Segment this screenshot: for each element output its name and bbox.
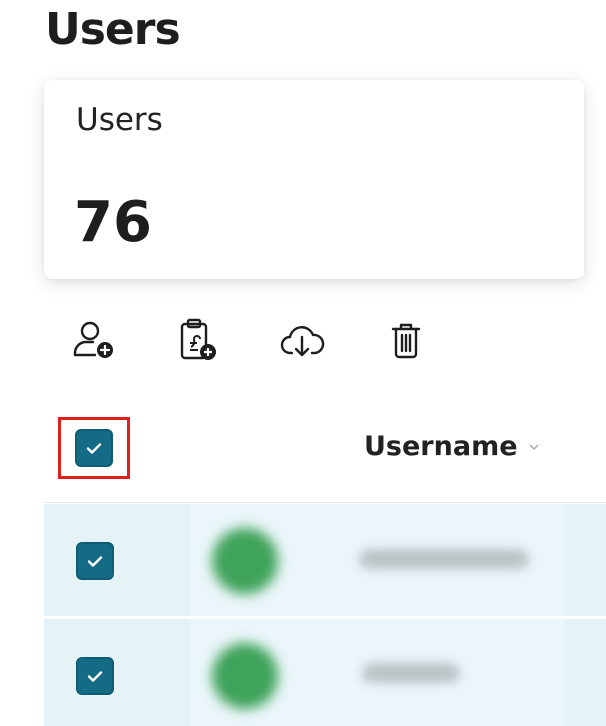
page-title: Users [45, 4, 181, 55]
avatar [212, 643, 278, 709]
chevron-down-icon [528, 443, 539, 450]
column-header-username[interactable]: Username [364, 431, 540, 462]
cloud-download-icon [280, 326, 325, 357]
table-row[interactable] [44, 504, 606, 617]
checkmark-icon [86, 443, 102, 454]
username-redacted [359, 549, 529, 569]
checkmark-icon [87, 671, 103, 682]
username-redacted [362, 663, 460, 683]
column-header-label: Username [364, 431, 518, 462]
download-button[interactable] [278, 316, 326, 364]
trash-icon [391, 323, 421, 359]
stat-card-label: Users [76, 102, 163, 138]
add-user-icon [73, 321, 113, 358]
add-report-button[interactable] [174, 316, 222, 364]
clipboard-add-icon [180, 318, 216, 360]
table-row[interactable] [44, 619, 606, 726]
row-checkbox[interactable] [76, 542, 114, 580]
select-all-checkbox[interactable] [75, 429, 113, 467]
avatar [212, 528, 278, 594]
table-header: Username [44, 395, 606, 503]
delete-button[interactable] [382, 316, 430, 364]
users-stat-card: Users 76 [44, 80, 584, 279]
row-checkbox[interactable] [76, 657, 114, 695]
add-user-button[interactable] [70, 316, 118, 364]
stat-card-value: 76 [74, 190, 152, 255]
checkmark-icon [87, 556, 103, 567]
highlight-box [58, 417, 130, 479]
toolbar [70, 316, 486, 366]
